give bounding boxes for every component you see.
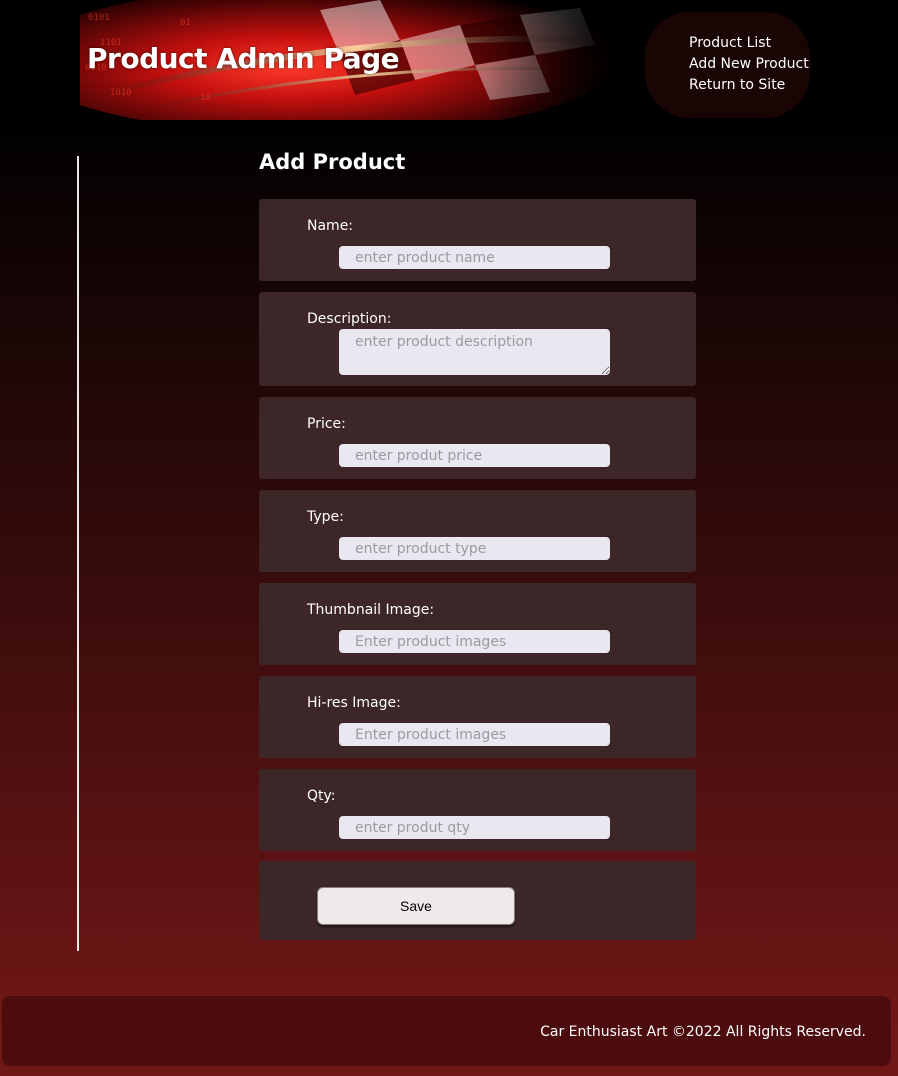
description-label: Description: [307,311,392,327]
name-field-card: Name: [259,199,696,281]
site-title: Product Admin Page [87,42,400,75]
left-divider [77,156,79,951]
type-input[interactable] [339,537,610,560]
qty-input[interactable] [339,816,610,839]
nav-link-product-list[interactable]: Product List [689,35,771,51]
price-input[interactable] [339,444,610,467]
copyright-text: Car Enthusiast Art ©2022 All Rights Rese… [540,1024,866,1040]
hires-image-field-card: Hi-res Image: [259,676,696,758]
qty-label: Qty: [307,788,336,804]
qty-field-card: Qty: [259,769,696,851]
save-card: Save [259,861,696,940]
price-label: Price: [307,416,346,432]
form-title: Add Product [259,150,406,174]
name-input[interactable] [339,246,610,269]
save-button[interactable]: Save [317,887,515,925]
thumbnail-image-label: Thumbnail Image: [307,602,435,618]
thumbnail-image-input[interactable] [339,630,610,653]
name-label: Name: [307,218,354,234]
hires-image-input[interactable] [339,723,610,746]
nav-link-return-to-site[interactable]: Return to Site [689,77,785,93]
type-label: Type: [307,509,344,525]
nav-link-add-new-product[interactable]: Add New Product [689,56,809,72]
thumbnail-image-field-card: Thumbnail Image: [259,583,696,665]
description-textarea[interactable] [339,329,610,375]
page-footer: Car Enthusiast Art ©2022 All Rights Rese… [2,996,891,1066]
description-field-card: Description: [259,292,696,386]
type-field-card: Type: [259,490,696,572]
page-header: 0101 1101 0110 1010 01 10 Product Admin … [0,0,898,130]
price-field-card: Price: [259,397,696,479]
hires-image-label: Hi-res Image: [307,695,401,711]
